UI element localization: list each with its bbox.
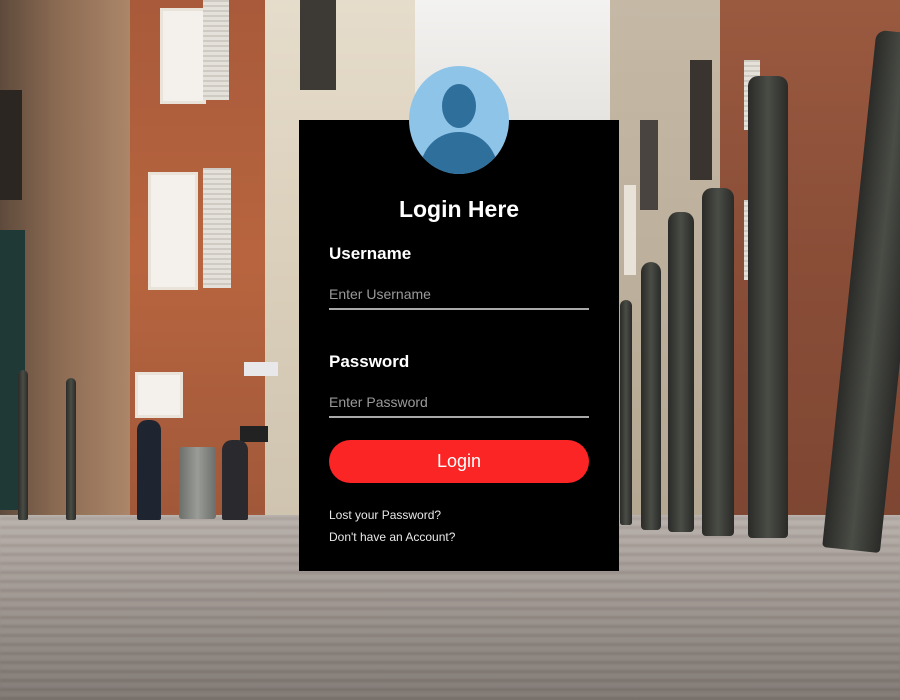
background-bollard <box>66 378 76 520</box>
background-window <box>640 120 658 210</box>
password-input[interactable] <box>329 388 589 418</box>
background-shutter <box>203 168 231 288</box>
background-window <box>0 90 22 200</box>
background-pedestrian <box>222 440 248 520</box>
username-input[interactable] <box>329 280 589 310</box>
background-shutter <box>203 0 229 100</box>
background-bollard <box>18 370 28 520</box>
background-bollard <box>620 300 632 525</box>
signup-link[interactable]: Don't have an Account? <box>329 530 455 544</box>
background-window <box>300 0 336 90</box>
background-sign-optique <box>624 185 636 275</box>
background-bin <box>179 447 216 519</box>
login-title: Login Here <box>398 196 520 222</box>
background-window <box>135 372 183 418</box>
background-sign-eres <box>244 362 278 376</box>
password-label: Password <box>329 352 410 371</box>
background-sign-violene <box>240 426 268 442</box>
background-bollard <box>702 188 734 536</box>
login-card <box>299 120 619 571</box>
background-pedestrian <box>137 420 161 520</box>
background-bollard <box>668 212 694 532</box>
background-window <box>148 172 198 290</box>
username-label: Username <box>329 244 412 263</box>
background-bollard <box>748 76 788 538</box>
background-bollard <box>641 262 661 530</box>
user-avatar-icon <box>409 66 509 174</box>
login-page: Login Here Username Password Login Lost … <box>0 0 900 700</box>
background-window <box>160 8 206 104</box>
lost-password-link[interactable]: Lost your Password? <box>329 508 441 522</box>
login-button[interactable]: Login <box>329 440 589 483</box>
background-window <box>690 60 712 180</box>
